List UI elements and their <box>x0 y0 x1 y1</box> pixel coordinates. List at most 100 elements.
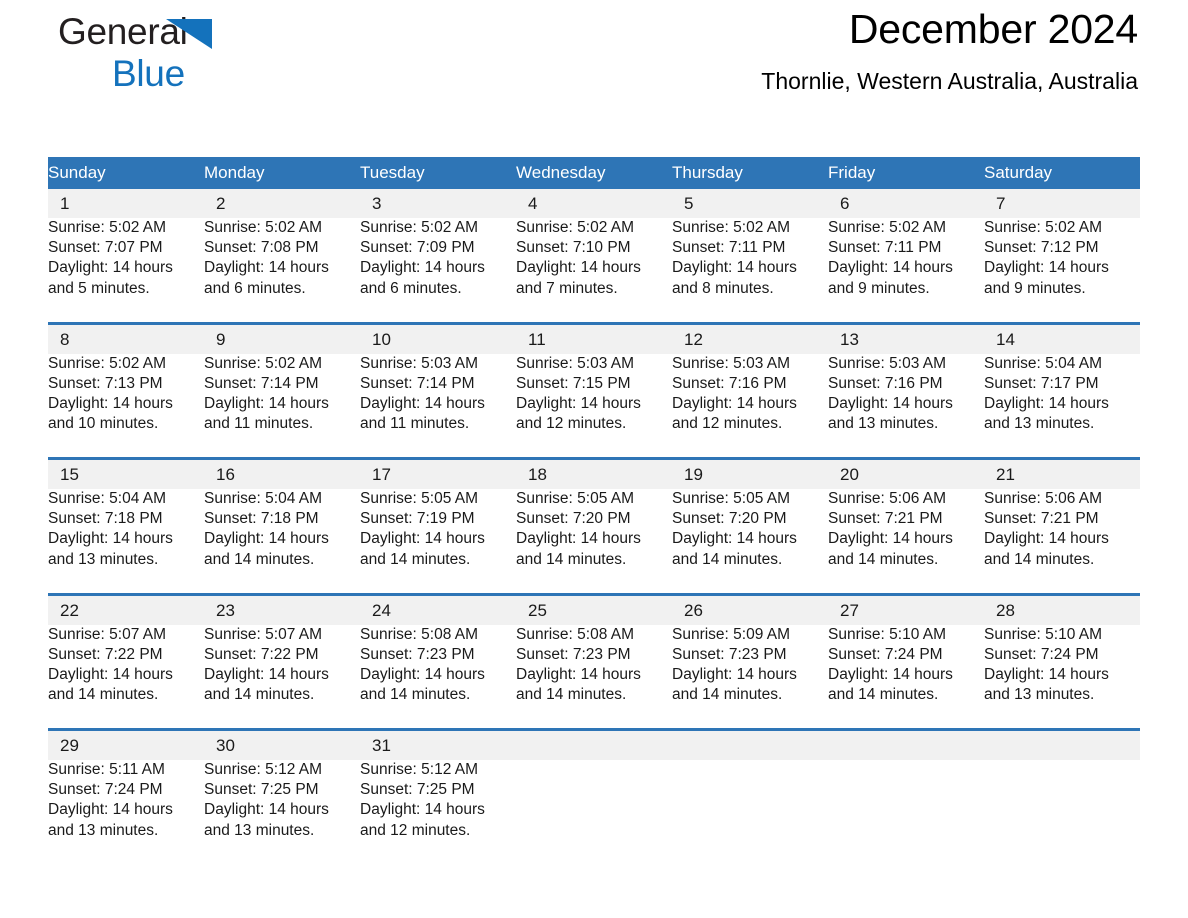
day-detail-cell[interactable]: Sunrise: 5:12 AM Sunset: 7:25 PM Daylight:… <box>360 760 516 865</box>
daylight-text-line2: and 14 minutes. <box>204 550 315 568</box>
day-number-cell[interactable]: 14 <box>984 321 1140 354</box>
day-number-cell[interactable]: 10 <box>360 321 516 354</box>
day-detail-cell[interactable]: Sunrise: 5:11 AM Sunset: 7:24 PM Daylight:… <box>48 760 204 865</box>
day-number-cell[interactable]: 31 <box>360 728 516 760</box>
day-detail-cell[interactable]: Sunrise: 5:05 AM Sunset: 7:20 PM Daylight:… <box>516 489 672 594</box>
day-detail-cell[interactable]: Sunrise: 5:03 AM Sunset: 7:15 PM Daylight:… <box>516 353 672 459</box>
day-number-cell <box>516 728 672 760</box>
sunrise-text: Sunrise: 5:03 AM <box>516 354 635 372</box>
daylight-text-line1: Daylight: 14 hours <box>360 259 485 277</box>
sunset-text: Sunset: 7:24 PM <box>828 645 943 663</box>
sunrise-text: Sunrise: 5:10 AM <box>828 625 947 643</box>
day-detail-cell[interactable]: Sunrise: 5:03 AM Sunset: 7:16 PM Daylight:… <box>828 353 984 459</box>
day-number-cell[interactable]: 8 <box>48 321 204 354</box>
sunset-text: Sunset: 7:13 PM <box>48 374 163 392</box>
sunrise-text: Sunrise: 5:08 AM <box>516 625 635 643</box>
day-number-cell[interactable]: 17 <box>360 457 516 489</box>
day-number-cell[interactable]: 21 <box>984 457 1140 489</box>
day-number-cell[interactable]: 5 <box>672 189 828 218</box>
daylight-text-line2: and 5 minutes. <box>48 279 150 297</box>
sunset-text: Sunset: 7:20 PM <box>672 510 787 528</box>
day-detail-cell[interactable]: Sunrise: 5:07 AM Sunset: 7:22 PM Daylight:… <box>204 624 360 730</box>
day-detail-cell[interactable]: Sunrise: 5:06 AM Sunset: 7:21 PM Daylight:… <box>828 489 984 594</box>
sunset-text: Sunset: 7:11 PM <box>828 239 942 257</box>
day-detail-cell[interactable]: Sunrise: 5:02 AM Sunset: 7:13 PM Daylight:… <box>48 353 204 459</box>
day-number-cell[interactable]: 2 <box>204 189 360 218</box>
day-number-cell[interactable]: 13 <box>828 321 984 354</box>
day-number-cell[interactable]: 1 <box>48 189 204 218</box>
sunset-text: Sunset: 7:22 PM <box>48 645 163 663</box>
day-detail-cell[interactable]: Sunrise: 5:04 AM Sunset: 7:17 PM Daylight:… <box>984 353 1140 459</box>
day-detail-cell[interactable]: Sunrise: 5:08 AM Sunset: 7:23 PM Daylight:… <box>360 624 516 730</box>
day-detail-cell[interactable]: Sunrise: 5:12 AM Sunset: 7:25 PM Daylight:… <box>204 760 360 865</box>
sunset-text: Sunset: 7:25 PM <box>360 781 475 799</box>
day-number-cell[interactable]: 12 <box>672 321 828 354</box>
day-detail-cell[interactable]: Sunrise: 5:02 AM Sunset: 7:09 PM Daylight:… <box>360 218 516 323</box>
generalblue-logo[interactable]: General Blue <box>58 10 318 96</box>
week-detail-row: Sunrise: 5:11 AM Sunset: 7:24 PM Daylight:… <box>48 760 1140 865</box>
daylight-text-line2: and 13 minutes. <box>48 821 159 839</box>
day-number-cell[interactable]: 4 <box>516 189 672 218</box>
daylight-text-line1: Daylight: 14 hours <box>984 530 1109 548</box>
day-number-cell <box>672 728 828 760</box>
day-detail-cell[interactable]: Sunrise: 5:02 AM Sunset: 7:12 PM Daylight:… <box>984 218 1140 323</box>
sunrise-text: Sunrise: 5:07 AM <box>48 625 167 643</box>
day-number-cell[interactable]: 27 <box>828 592 984 625</box>
day-detail-cell[interactable]: Sunrise: 5:05 AM Sunset: 7:20 PM Daylight:… <box>672 489 828 594</box>
daylight-text-line1: Daylight: 14 hours <box>828 394 953 412</box>
daylight-text-line2: and 12 minutes. <box>516 415 627 433</box>
day-number-cell[interactable]: 30 <box>204 728 360 760</box>
day-number-cell[interactable]: 19 <box>672 457 828 489</box>
day-detail-cell[interactable]: Sunrise: 5:04 AM Sunset: 7:18 PM Daylight:… <box>204 489 360 594</box>
day-number-cell[interactable]: 9 <box>204 321 360 354</box>
day-number-cell[interactable]: 3 <box>360 189 516 218</box>
day-detail-cell[interactable]: Sunrise: 5:02 AM Sunset: 7:11 PM Daylight:… <box>828 218 984 323</box>
sunrise-text: Sunrise: 5:08 AM <box>360 625 479 643</box>
day-number-cell[interactable]: 6 <box>828 189 984 218</box>
day-detail-cell[interactable]: Sunrise: 5:02 AM Sunset: 7:10 PM Daylight:… <box>516 218 672 323</box>
sunrise-text: Sunrise: 5:02 AM <box>204 219 323 236</box>
day-number-cell[interactable]: 15 <box>48 457 204 489</box>
day-number-cell[interactable]: 20 <box>828 457 984 489</box>
daylight-text-line2: and 13 minutes. <box>984 415 1095 433</box>
day-detail-cell[interactable]: Sunrise: 5:02 AM Sunset: 7:14 PM Daylight:… <box>204 353 360 459</box>
day-detail-cell[interactable]: Sunrise: 5:03 AM Sunset: 7:14 PM Daylight:… <box>360 353 516 459</box>
day-detail-cell[interactable]: Sunrise: 5:06 AM Sunset: 7:21 PM Daylight:… <box>984 489 1140 594</box>
daylight-text-line1: Daylight: 14 hours <box>828 665 953 683</box>
day-number-cell[interactable]: 22 <box>48 592 204 625</box>
day-number-cell[interactable]: 16 <box>204 457 360 489</box>
day-number-cell[interactable]: 26 <box>672 592 828 625</box>
day-detail-cell[interactable]: Sunrise: 5:04 AM Sunset: 7:18 PM Daylight:… <box>48 489 204 594</box>
week-number-row: 8 9 10 11 12 13 14 <box>48 321 1140 354</box>
day-number-cell[interactable]: 29 <box>48 728 204 760</box>
day-detail-cell[interactable]: Sunrise: 5:02 AM Sunset: 7:08 PM Daylight:… <box>204 218 360 323</box>
day-detail-cell[interactable]: Sunrise: 5:08 AM Sunset: 7:23 PM Daylight:… <box>516 624 672 730</box>
daylight-text-line1: Daylight: 14 hours <box>828 259 953 277</box>
week-detail-row: Sunrise: 5:02 AM Sunset: 7:13 PM Daylight:… <box>48 353 1140 459</box>
day-of-week-sunday: Sunday <box>48 157 204 189</box>
day-number-cell[interactable]: 25 <box>516 592 672 625</box>
day-detail-cell[interactable]: Sunrise: 5:02 AM Sunset: 7:11 PM Daylight:… <box>672 218 828 323</box>
day-number-cell[interactable]: 23 <box>204 592 360 625</box>
daylight-text-line1: Daylight: 14 hours <box>204 665 329 683</box>
daylight-text-line1: Daylight: 14 hours <box>48 665 173 683</box>
day-detail-cell[interactable]: Sunrise: 5:05 AM Sunset: 7:19 PM Daylight:… <box>360 489 516 594</box>
daylight-text-line1: Daylight: 14 hours <box>204 394 329 412</box>
week-number-row: 22 23 24 25 26 27 28 <box>48 592 1140 625</box>
day-detail-cell[interactable]: Sunrise: 5:10 AM Sunset: 7:24 PM Daylight:… <box>984 624 1140 730</box>
sunrise-text: Sunrise: 5:06 AM <box>984 490 1103 507</box>
sunrise-text: Sunrise: 5:02 AM <box>672 219 791 236</box>
day-number-cell[interactable]: 28 <box>984 592 1140 625</box>
day-detail-cell[interactable]: Sunrise: 5:07 AM Sunset: 7:22 PM Daylight:… <box>48 624 204 730</box>
daylight-text-line2: and 14 minutes. <box>516 550 627 568</box>
day-detail-cell[interactable]: Sunrise: 5:10 AM Sunset: 7:24 PM Daylight:… <box>828 624 984 730</box>
day-number-cell[interactable]: 24 <box>360 592 516 625</box>
day-number-cell[interactable]: 11 <box>516 321 672 354</box>
day-number-cell[interactable]: 18 <box>516 457 672 489</box>
day-detail-cell[interactable]: Sunrise: 5:09 AM Sunset: 7:23 PM Daylight:… <box>672 624 828 730</box>
sunrise-text: Sunrise: 5:02 AM <box>204 354 323 372</box>
sunset-text: Sunset: 7:23 PM <box>672 645 787 663</box>
day-detail-cell[interactable]: Sunrise: 5:03 AM Sunset: 7:16 PM Daylight:… <box>672 353 828 459</box>
day-number-cell[interactable]: 7 <box>984 189 1140 218</box>
day-detail-cell[interactable]: Sunrise: 5:02 AM Sunset: 7:07 PM Daylight:… <box>48 218 204 323</box>
